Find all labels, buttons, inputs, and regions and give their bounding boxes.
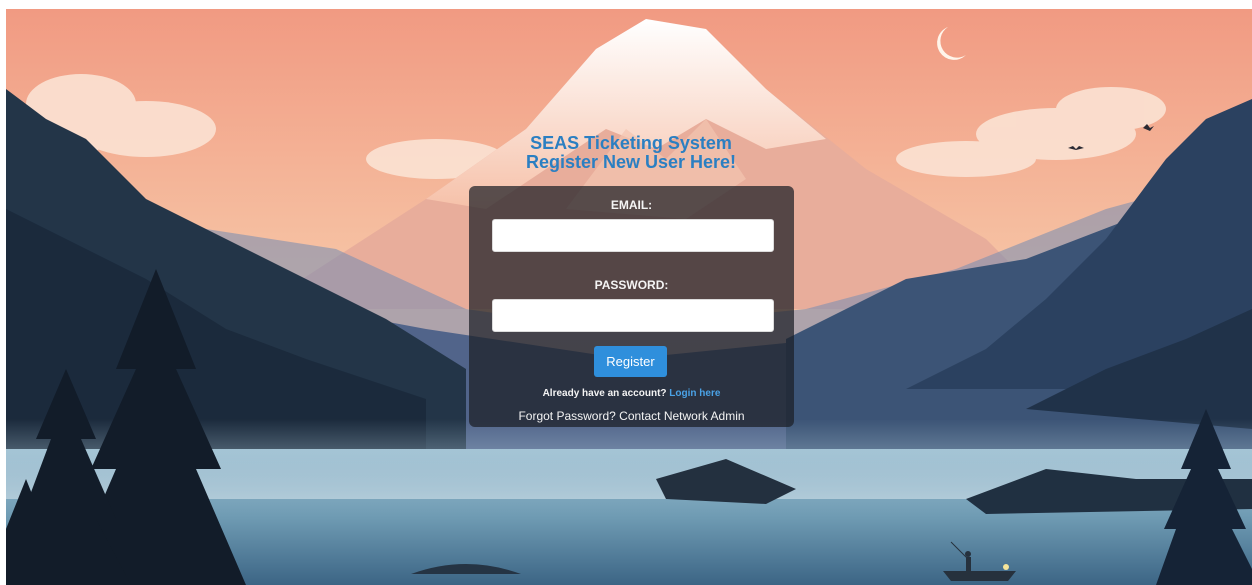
login-prompt: Already have an account? Login here <box>469 388 794 400</box>
password-label: PASSWORD: <box>594 278 669 292</box>
password-field[interactable] <box>492 299 774 332</box>
register-form-panel: EMAIL: PASSWORD: Register Already have a… <box>469 186 794 427</box>
account-prompt-text: Already have an account? <box>542 388 667 399</box>
login-link[interactable]: Login here <box>669 388 720 399</box>
page-subtitle: Register New User Here! <box>525 152 737 172</box>
forgot-password-text: Forgot Password? Contact Network Admin <box>518 409 745 423</box>
email-label: EMAIL: <box>610 198 653 212</box>
register-button[interactable]: Register <box>594 346 667 377</box>
email-field[interactable] <box>492 219 774 252</box>
login-page: SEAS Ticketing System Register New User … <box>6 9 1252 585</box>
page-title: SEAS Ticketing System <box>530 133 732 153</box>
